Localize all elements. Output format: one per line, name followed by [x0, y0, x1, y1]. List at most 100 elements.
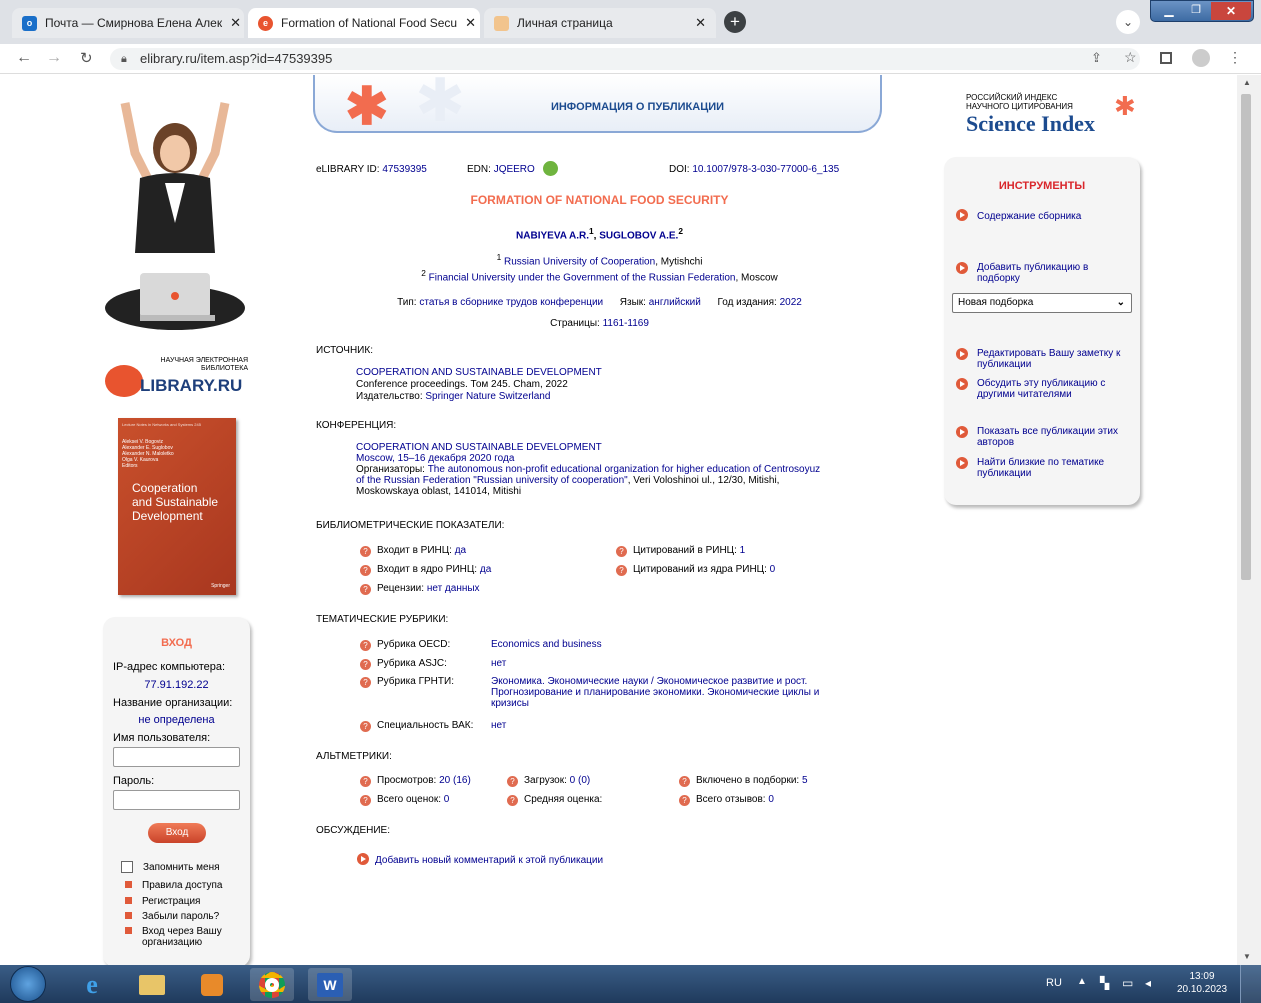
tool-show-authors-link[interactable]: Показать все публикации этих авторов	[977, 426, 1118, 448]
internet-explorer-icon[interactable]: e	[70, 968, 114, 1001]
register-link[interactable]: Регистрация	[142, 896, 200, 907]
edn-link[interactable]: JQEERO	[494, 164, 535, 175]
rubric-oecd-value[interactable]: Economics and business	[491, 639, 602, 650]
cover-title: Cooperation and Sustainable Development	[132, 481, 219, 523]
add-comment: Добавить новый комментарий к этой публик…	[357, 853, 603, 866]
org-login-link[interactable]: Вход через Вашу организацию	[125, 926, 222, 948]
org-link[interactable]: не определена	[138, 714, 214, 726]
menu-dots-icon[interactable]: ⋮	[1228, 49, 1242, 66]
ip-link[interactable]: 77.91.192.22	[144, 679, 208, 691]
tool-add-to-collection-link[interactable]: Добавить публикацию в подборку	[977, 262, 1088, 284]
help-icon[interactable]: ?	[360, 640, 371, 651]
conference-title-link[interactable]: COOPERATION AND SUSTAINABLE DEVELOPMENT	[356, 442, 602, 453]
profile-avatar-icon[interactable]	[1192, 49, 1210, 67]
doi-link[interactable]: 10.1007/978-3-030-77000-6_135	[692, 164, 839, 175]
tab-mail[interactable]: o Почта — Смирнова Елена Алек ✕	[12, 8, 244, 38]
author-link[interactable]: NABIYEVA A.R.	[516, 230, 589, 241]
elibrary-logo[interactable]: НАУЧНАЯ ЭЛЕКТРОННАЯ БИБЛИОТЕКА LIBRARY.R…	[105, 357, 250, 399]
tool-similar-link[interactable]: Найти близкие по тематике публикации	[977, 457, 1104, 479]
conference-heading: КОНФЕРЕНЦИЯ:	[316, 420, 397, 431]
collections-link[interactable]: 5	[802, 775, 808, 786]
action-center-icon[interactable]: ▭	[1122, 976, 1133, 990]
file-explorer-icon[interactable]	[130, 968, 174, 1001]
window-close-icon[interactable]: ✕	[1211, 2, 1251, 20]
username-input[interactable]	[113, 747, 240, 767]
tool-contents-link[interactable]: Содержание сборника	[977, 211, 1081, 222]
show-desktop-button[interactable]	[1240, 965, 1261, 1003]
new-tab-button[interactable]: +	[724, 11, 746, 33]
scrollbar-thumb[interactable]	[1241, 94, 1251, 580]
downloads-link[interactable]: 0 (0)	[570, 775, 591, 786]
citations-link[interactable]: 1	[740, 545, 746, 556]
affiliation-link[interactable]: Russian University of Cooperation	[504, 256, 655, 267]
alt-views: ? Просмотров: 20 (16)	[360, 775, 471, 787]
help-icon[interactable]: ?	[360, 677, 371, 688]
tab-search-chevron-icon[interactable]: ⌄	[1116, 10, 1140, 34]
help-icon[interactable]: ?	[679, 776, 690, 787]
tab-personal-page[interactable]: Личная страница ✕	[484, 8, 716, 38]
url-text: elibrary.ru/item.asp?id=47539395	[140, 51, 333, 66]
close-icon[interactable]: ✕	[457, 15, 476, 31]
word-icon[interactable]: W	[308, 968, 352, 1001]
side-panel-icon[interactable]	[1160, 52, 1172, 64]
collection-select[interactable]: Новая подборка ⌄	[952, 293, 1132, 313]
back-icon[interactable]: ←	[16, 49, 32, 67]
alt-reviews: ? Всего отзывов: 0	[679, 794, 774, 806]
url-bar[interactable]: 🔒︎ elibrary.ru/item.asp?id=47539395	[110, 48, 1140, 70]
tool-discuss-link[interactable]: Обсудить эту публикацию с другими читател…	[977, 378, 1105, 400]
book-cover-image[interactable]: Lecture Notes in Networks and Systems 24…	[118, 418, 236, 595]
network-warning-icon[interactable]: ▚	[1100, 976, 1109, 990]
language-indicator[interactable]: RU	[1046, 977, 1062, 989]
help-icon[interactable]: ?	[360, 659, 371, 670]
qr-code-icon[interactable]	[543, 161, 558, 176]
add-comment-link[interactable]: Добавить новый комментарий к этой публик…	[375, 855, 603, 866]
views-link[interactable]: 20 (16)	[439, 775, 471, 786]
rubric-grnti-label: ? Рубрика ГРНТИ:	[360, 676, 454, 688]
bookmark-star-icon[interactable]: ☆	[1124, 49, 1137, 66]
login-button[interactable]: Вход	[148, 823, 206, 843]
help-icon[interactable]: ?	[616, 565, 627, 576]
help-icon[interactable]: ?	[360, 776, 371, 787]
close-icon[interactable]: ✕	[222, 15, 241, 31]
forgot-password-link[interactable]: Забыли пароль?	[142, 911, 219, 922]
volume-icon[interactable]: ◂	[1145, 976, 1151, 990]
help-icon[interactable]: ?	[360, 795, 371, 806]
scroll-down-icon[interactable]: ▼	[1243, 952, 1251, 961]
organizer-link[interactable]: The autonomous non-profit educational or…	[428, 464, 820, 475]
scroll-up-icon[interactable]: ▲	[1243, 78, 1251, 87]
start-button-icon[interactable]	[10, 966, 46, 1002]
access-rules-link[interactable]: Правила доступа	[142, 880, 222, 891]
tab-active-publication[interactable]: e Formation of National Food Secu ✕	[248, 8, 480, 38]
source-title-link[interactable]: COOPERATION AND SUSTAINABLE DEVELOPMENT	[356, 367, 602, 378]
help-icon[interactable]: ?	[360, 584, 371, 595]
maximize-icon[interactable]: ❐	[1184, 3, 1208, 19]
help-icon[interactable]: ?	[679, 795, 690, 806]
help-icon[interactable]: ?	[507, 776, 518, 787]
organizer-link-cont[interactable]: of the Russian Federation "Russian unive…	[356, 475, 628, 486]
clock[interactable]: 13:09 20.10.2023	[1172, 970, 1232, 996]
minimize-icon[interactable]: ▁	[1155, 3, 1183, 19]
media-player-icon[interactable]	[190, 968, 234, 1001]
tool-edit-note-link[interactable]: Редактировать Вашу заметку к публикации	[977, 348, 1120, 370]
help-icon[interactable]: ?	[360, 565, 371, 576]
reload-icon[interactable]: ↻	[80, 49, 93, 67]
elibrary-id-link[interactable]: 47539395	[382, 164, 427, 175]
science-index-logo[interactable]: РОССИЙСКИЙ ИНДЕКС НАУЧНОГО ЦИТИРОВАНИЯ S…	[966, 93, 1136, 141]
publisher-link[interactable]: Springer Nature Switzerland	[425, 391, 550, 402]
chrome-icon[interactable]	[250, 968, 294, 1001]
banner-title: ИНФОРМАЦИЯ О ПУБЛИКАЦИИ	[550, 101, 725, 113]
help-icon[interactable]: ?	[360, 546, 371, 557]
help-icon[interactable]: ?	[360, 721, 371, 732]
rubric-grnti-value[interactable]: Экономика. Экономические науки / Экономи…	[491, 676, 861, 709]
help-icon[interactable]: ?	[616, 546, 627, 557]
username-label: Имя пользователя:	[113, 732, 211, 744]
tray-expand-icon[interactable]: ▲	[1077, 976, 1087, 987]
author-link[interactable]: SUGLOBOV A.E.	[599, 230, 678, 241]
help-icon[interactable]: ?	[507, 795, 518, 806]
close-icon[interactable]: ✕	[687, 15, 706, 31]
remember-checkbox[interactable]	[121, 861, 133, 873]
share-icon[interactable]: ⇪	[1091, 50, 1102, 66]
forward-icon[interactable]: →	[46, 49, 62, 67]
password-input[interactable]	[113, 790, 240, 810]
affiliation-link[interactable]: Financial University under the Governmen…	[429, 272, 736, 283]
